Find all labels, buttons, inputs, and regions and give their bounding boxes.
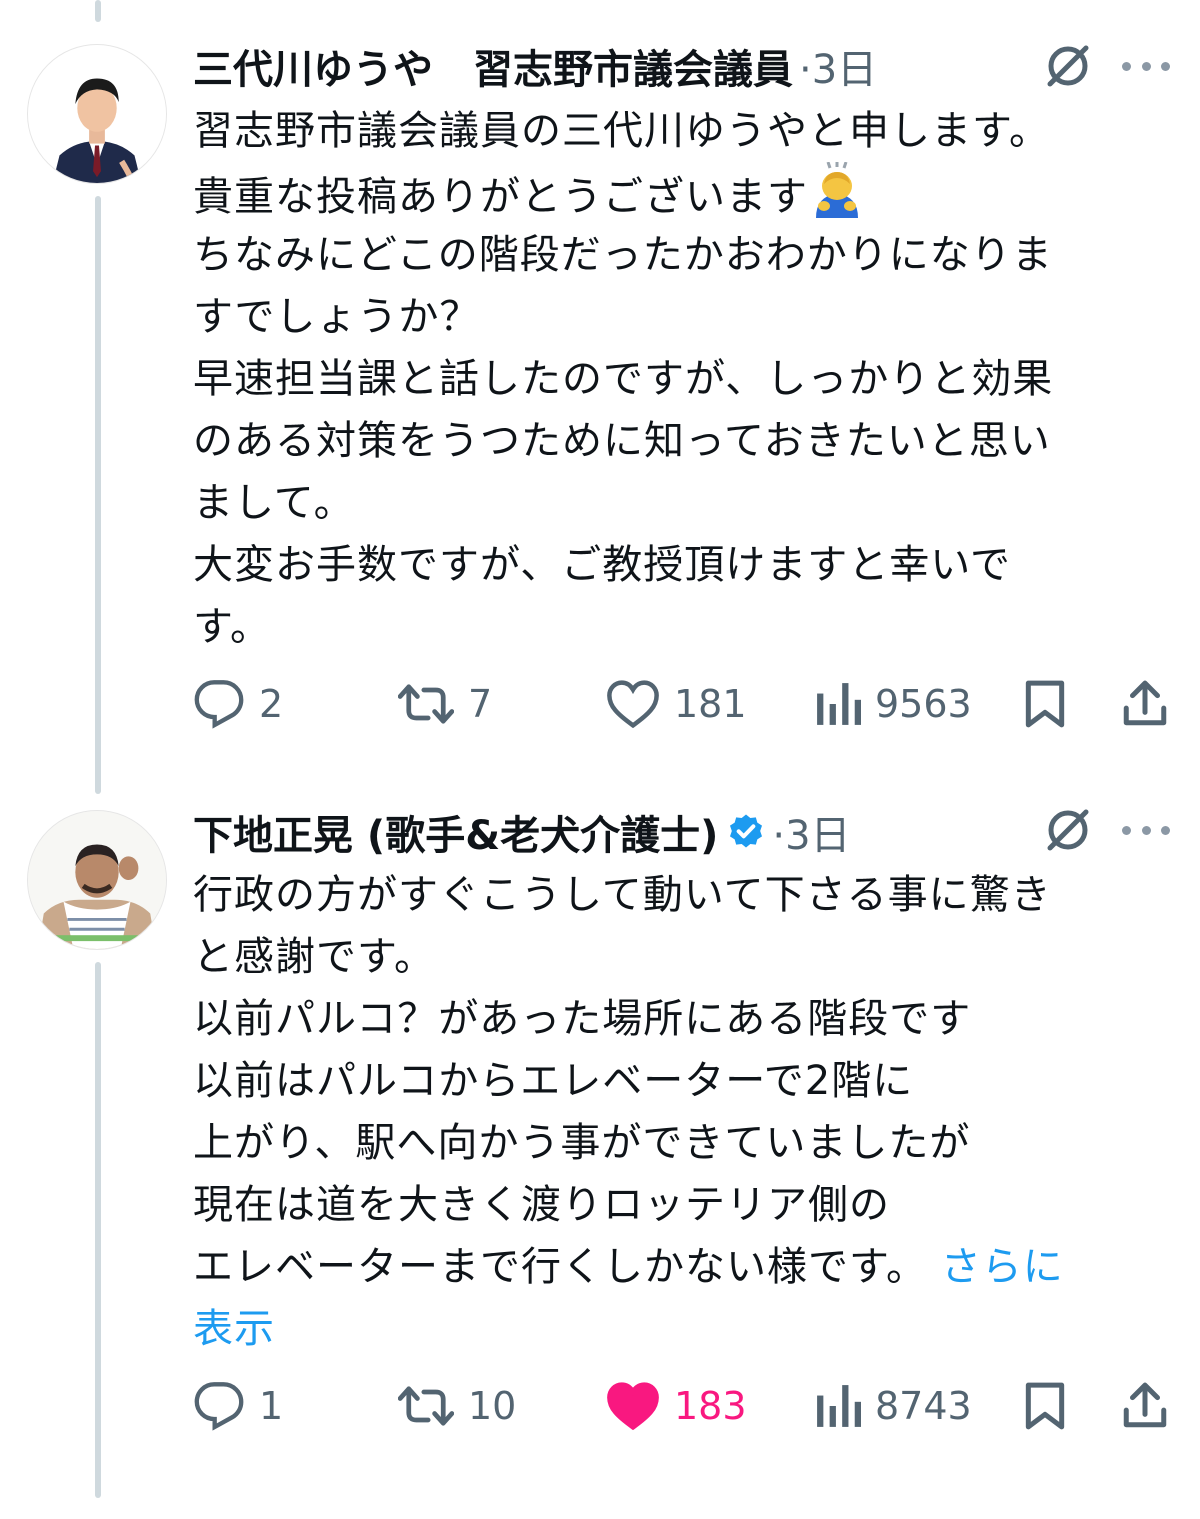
text-line: 表示 — [193, 1298, 1163, 1360]
views-icon — [817, 683, 861, 725]
tweet-1[interactable]: 三代川ゆうや 習志野市議会議員 ·3日 習志野市議会議員の三代川ゆうやと申します… — [0, 0, 1200, 760]
tweet-header: 下地正晃 (歌手&老犬介護士) ·3日 — [193, 802, 851, 862]
reply-count: 2 — [259, 682, 284, 726]
views-button[interactable]: 8743 — [815, 1376, 972, 1436]
tweet-actions: 2 7 181 9563 — [193, 674, 1173, 734]
repost-button[interactable]: 7 — [398, 674, 492, 734]
repost-count: 10 — [468, 1384, 517, 1428]
repost-icon — [398, 1386, 454, 1426]
more-icon[interactable] — [1122, 56, 1170, 76]
tweet-header: 三代川ゆうや 習志野市議会議員 ·3日 — [193, 36, 877, 96]
share-button[interactable] — [1121, 674, 1169, 734]
bookmark-icon — [1025, 1382, 1065, 1430]
bookmark-button[interactable] — [1023, 674, 1067, 734]
share-icon — [1123, 1382, 1167, 1428]
text-line: 行政の方がすぐこうして動いて下さる事に驚き — [193, 872, 1052, 918]
views-button[interactable]: 9563 — [815, 674, 972, 734]
text-line: 現在は道を大きく渡りロッテリア側の — [193, 1182, 890, 1228]
text-line: 早速担当課と話したのですが、しっかりと効果 — [193, 356, 1054, 402]
like-icon — [607, 1382, 659, 1431]
repost-icon — [398, 684, 454, 724]
reply-button[interactable]: 1 — [193, 1376, 283, 1436]
views-icon — [817, 1385, 861, 1427]
tweet-actions: 1 10 183 8743 — [193, 1376, 1173, 1436]
more-icon[interactable] — [1122, 820, 1170, 840]
timestamp[interactable]: ·3日 — [799, 37, 877, 95]
text-line: ちなみにどこの階段だったかおわかりになりま — [193, 232, 1053, 278]
bookmark-icon — [1025, 680, 1065, 728]
tweet-text: 習志野市議会議員の三代川ゆうやと申します。 貴重な投稿ありがとうございます ちな… — [193, 100, 1163, 658]
bookmark-button[interactable] — [1023, 1376, 1067, 1436]
avatar[interactable] — [27, 44, 167, 184]
text-line: 以前パルコ？があった場所にある階段です — [193, 996, 972, 1042]
text-line: と感謝です。 — [193, 934, 435, 980]
like-button[interactable]: 183 — [606, 1376, 747, 1436]
text-line: す。 — [193, 604, 271, 650]
tweet-2[interactable]: 下地正晃 (歌手&老犬介護士) ·3日 行政の方がすぐこうして動いて下さる事に驚… — [0, 760, 1200, 1519]
show-more-link-continued[interactable]: 表示 — [193, 1306, 275, 1352]
text-line: すでしょうか？ — [193, 294, 481, 340]
reply-icon — [194, 1382, 244, 1431]
grok-icon[interactable] — [1040, 802, 1096, 858]
text-line: エレベーターまで行くしかない様です。 さらに — [193, 1236, 1163, 1298]
reply-count: 1 — [259, 1384, 284, 1428]
tweet-text: 行政の方がすぐこうして動いて下さる事に驚き と感謝です。 以前パルコ？があった場… — [193, 864, 1163, 1360]
author-name[interactable]: 三代川ゆうや 習志野市議会議員 — [193, 37, 793, 95]
text-line: 上がり、駅へ向かう事ができていましたが — [193, 1120, 971, 1166]
text-line: まして。 — [193, 480, 355, 526]
text-line: 以前はパルコからエレベーターで2階に — [193, 1058, 914, 1104]
repost-count: 7 — [468, 682, 493, 726]
avatar[interactable] — [27, 810, 167, 950]
views-count: 9563 — [875, 682, 972, 726]
grok-icon[interactable] — [1040, 38, 1096, 94]
text-line: 大変お手数ですが、ご教授頂けますと幸いで — [193, 542, 1011, 588]
repost-button[interactable]: 10 — [398, 1376, 516, 1436]
share-button[interactable] — [1121, 1376, 1169, 1436]
verified-badge-icon — [726, 812, 766, 852]
author-name[interactable]: 下地正晃 (歌手&老犬介護士) — [193, 803, 718, 861]
show-more-link[interactable]: さらに — [941, 1244, 1064, 1290]
timestamp[interactable]: ·3日 — [772, 803, 850, 861]
like-count: 181 — [674, 682, 747, 726]
text-segment: エレベーターまで行くしかない様です。 — [193, 1244, 927, 1290]
like-count: 183 — [674, 1384, 747, 1428]
like-icon — [607, 680, 659, 729]
person-bowing-emoji — [808, 162, 866, 220]
views-count: 8743 — [875, 1384, 972, 1428]
reply-icon — [194, 680, 244, 729]
like-button[interactable]: 181 — [606, 674, 747, 734]
reply-button[interactable]: 2 — [193, 674, 283, 734]
text-line: 習志野市議会議員の三代川ゆうやと申します。 — [193, 108, 1050, 154]
text-line: のある対策をうつために知っておきたいと思い — [193, 418, 1051, 464]
text-line: 貴重な投稿ありがとうございます — [193, 162, 1163, 224]
text-segment: 貴重な投稿ありがとうございます — [193, 174, 808, 220]
share-icon — [1123, 680, 1167, 726]
